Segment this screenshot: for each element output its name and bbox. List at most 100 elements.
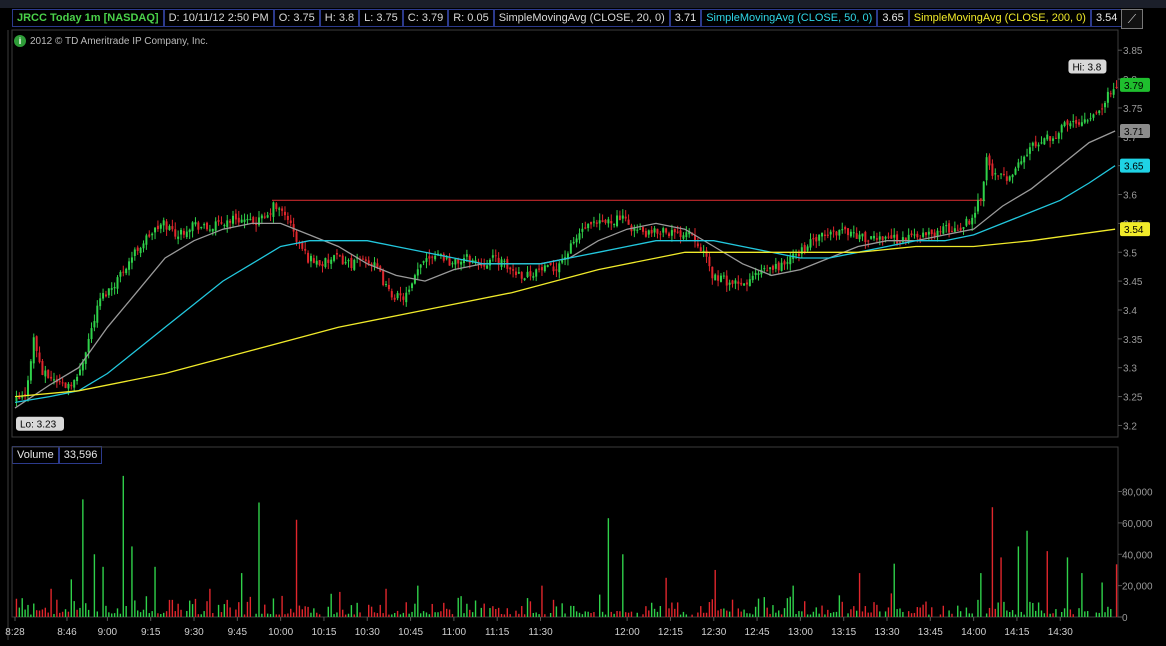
up-candle (324, 258, 327, 267)
down-candle (431, 256, 434, 258)
up-candle (93, 320, 96, 328)
down-candle (1054, 137, 1057, 139)
down-candle (673, 228, 676, 233)
down-candle (1095, 112, 1098, 114)
up-candle (110, 288, 113, 290)
down-candle (668, 233, 671, 237)
y-tick-label: 3.25 (1123, 393, 1143, 404)
down-candle (1002, 173, 1005, 175)
down-candle (234, 213, 237, 220)
up-candle (971, 217, 974, 225)
down-candle (696, 243, 699, 247)
x-tick-label: 14:00 (961, 627, 986, 638)
up-candle (465, 254, 468, 257)
sma50-bubble: 3.65 (1120, 158, 1150, 173)
up-candle (1104, 102, 1107, 108)
up-candle (445, 257, 448, 259)
up-candle (982, 181, 985, 202)
up-candle (523, 278, 526, 281)
up-candle (636, 229, 639, 231)
down-candle (991, 163, 994, 176)
up-candle (486, 265, 489, 269)
down-candle (864, 231, 867, 242)
x-tick-label: 10:00 (268, 627, 293, 638)
up-candle (974, 212, 977, 218)
up-candle (809, 239, 812, 248)
down-candle (70, 384, 73, 387)
down-candle (1109, 93, 1112, 95)
sma20-bubble: 3.71 (1120, 124, 1150, 139)
down-candle (24, 394, 27, 396)
up-candle (1037, 144, 1040, 147)
up-candle (722, 275, 725, 277)
down-candle (812, 238, 815, 240)
up-candle (385, 284, 388, 286)
up-candle (616, 215, 619, 227)
x-tick-label: 11:00 (442, 627, 467, 638)
down-candle (656, 228, 659, 234)
up-candle (1080, 122, 1083, 126)
down-candle (1005, 176, 1008, 181)
up-candle (558, 263, 561, 273)
up-candle (613, 224, 616, 226)
up-candle (569, 243, 572, 254)
up-candle (90, 328, 93, 340)
up-candle (330, 259, 333, 264)
down-candle (835, 231, 838, 236)
up-candle (821, 232, 824, 237)
up-candle (633, 228, 636, 231)
down-candle (364, 259, 367, 262)
up-candle (246, 218, 249, 221)
down-candle (624, 216, 627, 219)
volume-tick-label: 40,000 (1122, 550, 1153, 561)
up-candle (754, 272, 757, 275)
chart-canvas[interactable]: 3.23.253.33.353.43.453.53.553.63.653.73.… (0, 0, 1166, 646)
up-candle (757, 273, 760, 275)
up-candle (1008, 176, 1011, 181)
up-candle (526, 271, 529, 278)
down-candle (948, 223, 951, 233)
up-candle (309, 255, 312, 262)
up-candle (102, 293, 105, 299)
down-candle (676, 231, 679, 233)
up-candle (1092, 114, 1095, 118)
down-candle (745, 282, 748, 285)
up-candle (151, 233, 154, 236)
up-candle (1072, 121, 1075, 123)
down-candle (910, 233, 913, 236)
down-candle (281, 208, 284, 211)
up-candle (789, 256, 792, 265)
down-candle (766, 270, 769, 272)
up-candle (422, 261, 425, 263)
up-candle (133, 249, 136, 256)
down-candle (390, 291, 393, 298)
up-candle (32, 337, 35, 364)
x-tick-label: 11:15 (485, 627, 510, 638)
up-candle (818, 234, 821, 241)
up-candle (1011, 174, 1014, 178)
down-candle (289, 220, 292, 224)
up-candle (780, 262, 783, 271)
up-candle (1017, 162, 1020, 168)
x-tick-label: 13:45 (918, 627, 943, 638)
up-candle (130, 257, 133, 263)
down-candle (1115, 86, 1118, 88)
down-candle (64, 382, 67, 388)
down-candle (803, 245, 806, 252)
down-candle (367, 260, 370, 264)
down-candle (979, 198, 982, 200)
down-candle (171, 226, 174, 230)
up-candle (260, 215, 263, 219)
up-candle (572, 241, 575, 244)
x-tick-label: 9:45 (228, 627, 248, 638)
down-candle (538, 268, 541, 270)
down-candle (959, 227, 962, 231)
up-candle (873, 235, 876, 239)
up-candle (162, 220, 165, 226)
up-candle (728, 282, 731, 285)
down-candle (708, 256, 711, 267)
down-candle (604, 219, 607, 223)
up-candle (1063, 122, 1066, 126)
up-candle (1069, 123, 1072, 127)
down-candle (650, 229, 653, 234)
